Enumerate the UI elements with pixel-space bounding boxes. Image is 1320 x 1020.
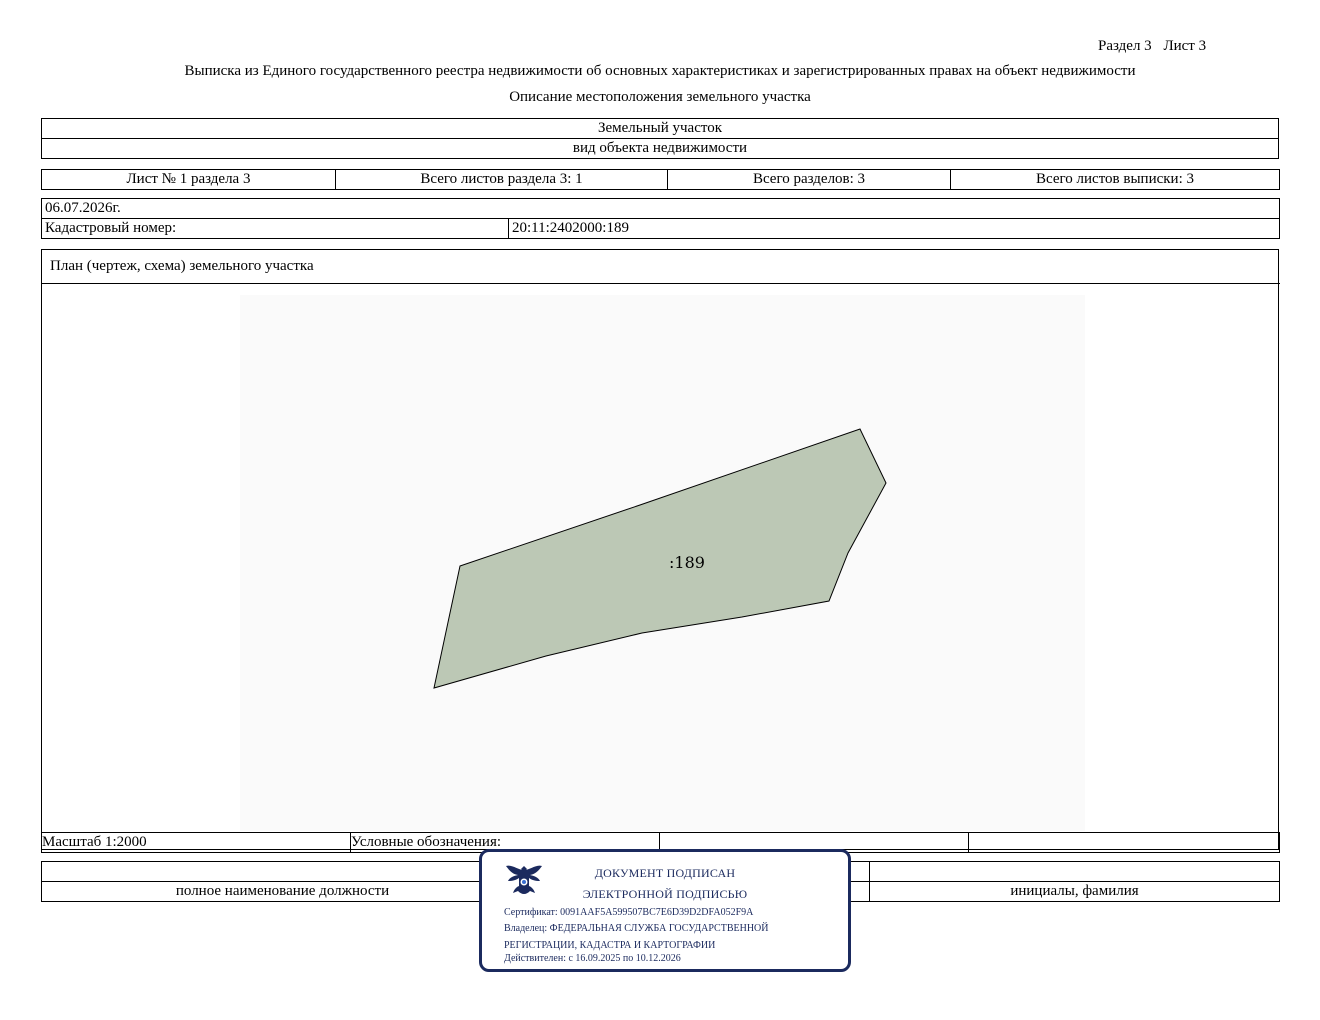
position-caption: полное наименование должности bbox=[41, 881, 524, 902]
cadastral-label: Кадастровый номер: bbox=[41, 218, 509, 239]
plan-drawing: :189 bbox=[42, 285, 1278, 831]
name-caption: инициалы, фамилия bbox=[869, 881, 1280, 902]
total-sheets-section: Всего листов раздела 3: 1 bbox=[335, 169, 668, 190]
sheet-label: Лист 3 bbox=[1163, 38, 1207, 54]
object-type-table: Земельный участок вид объекта недвижимос… bbox=[41, 118, 1279, 159]
electronic-signature-stamp: ДОКУМЕНТ ПОДПИСАН ЭЛЕКТРОННОЙ ПОДПИСЬЮ С… bbox=[479, 849, 851, 972]
object-type-caption: вид объекта недвижимости bbox=[41, 138, 1279, 159]
total-sheets-extract: Всего листов выписки: 3 bbox=[950, 169, 1280, 190]
sheets-table: Лист № 1 раздела 3 Всего листов раздела … bbox=[41, 169, 1280, 190]
legend-cell-4 bbox=[968, 832, 1280, 853]
sheet-number: Лист № 1 раздела 3 bbox=[41, 169, 336, 190]
parcel-map: :189 bbox=[240, 295, 1085, 831]
stamp-line2: ЭЛЕКТРОННОЙ ПОДПИСЬЮ bbox=[582, 887, 748, 901]
scale-label: Масштаб 1:2000 bbox=[41, 832, 351, 853]
document-title: Выписка из Единого государственного реес… bbox=[184, 63, 1136, 79]
stamp-line1: ДОКУМЕНТ ПОДПИСАН bbox=[594, 866, 736, 880]
position-value bbox=[41, 861, 524, 882]
stamp-certificate: Сертификат: 0091AAF5A599507BC7E6D39D2DFA… bbox=[504, 907, 754, 918]
section-label: Раздел 3 bbox=[1098, 38, 1152, 54]
object-type: Земельный участок bbox=[41, 118, 1279, 139]
stamp-valid: Действителен: с 16.09.2025 по 10.12.2026 bbox=[504, 953, 681, 964]
parcel-label: :189 bbox=[669, 553, 705, 572]
total-sections: Всего разделов: 3 bbox=[667, 169, 951, 190]
record-table: 06.07.2026г. Кадастровый номер: 20:11:24… bbox=[41, 198, 1280, 239]
record-date: 06.07.2026г. bbox=[41, 198, 1280, 219]
cadastral-number: 20:11:2402000:189 bbox=[508, 218, 1280, 239]
stamp-owner-1: Владелец: ФЕДЕРАЛЬНАЯ СЛУЖБА ГОСУДАРСТВЕ… bbox=[504, 923, 769, 934]
section-sheet-indicator: Раздел 3 Лист 3 bbox=[1090, 38, 1206, 55]
document-subtitle: Описание местоположения земельного участ… bbox=[509, 89, 811, 105]
name-value bbox=[869, 861, 1280, 882]
stamp-owner-2: РЕГИСТРАЦИИ, КАДАСТРА И КАРТОГРАФИИ bbox=[504, 940, 716, 951]
plan-title: План (чертеж, схема) земельного участка bbox=[42, 250, 1280, 284]
